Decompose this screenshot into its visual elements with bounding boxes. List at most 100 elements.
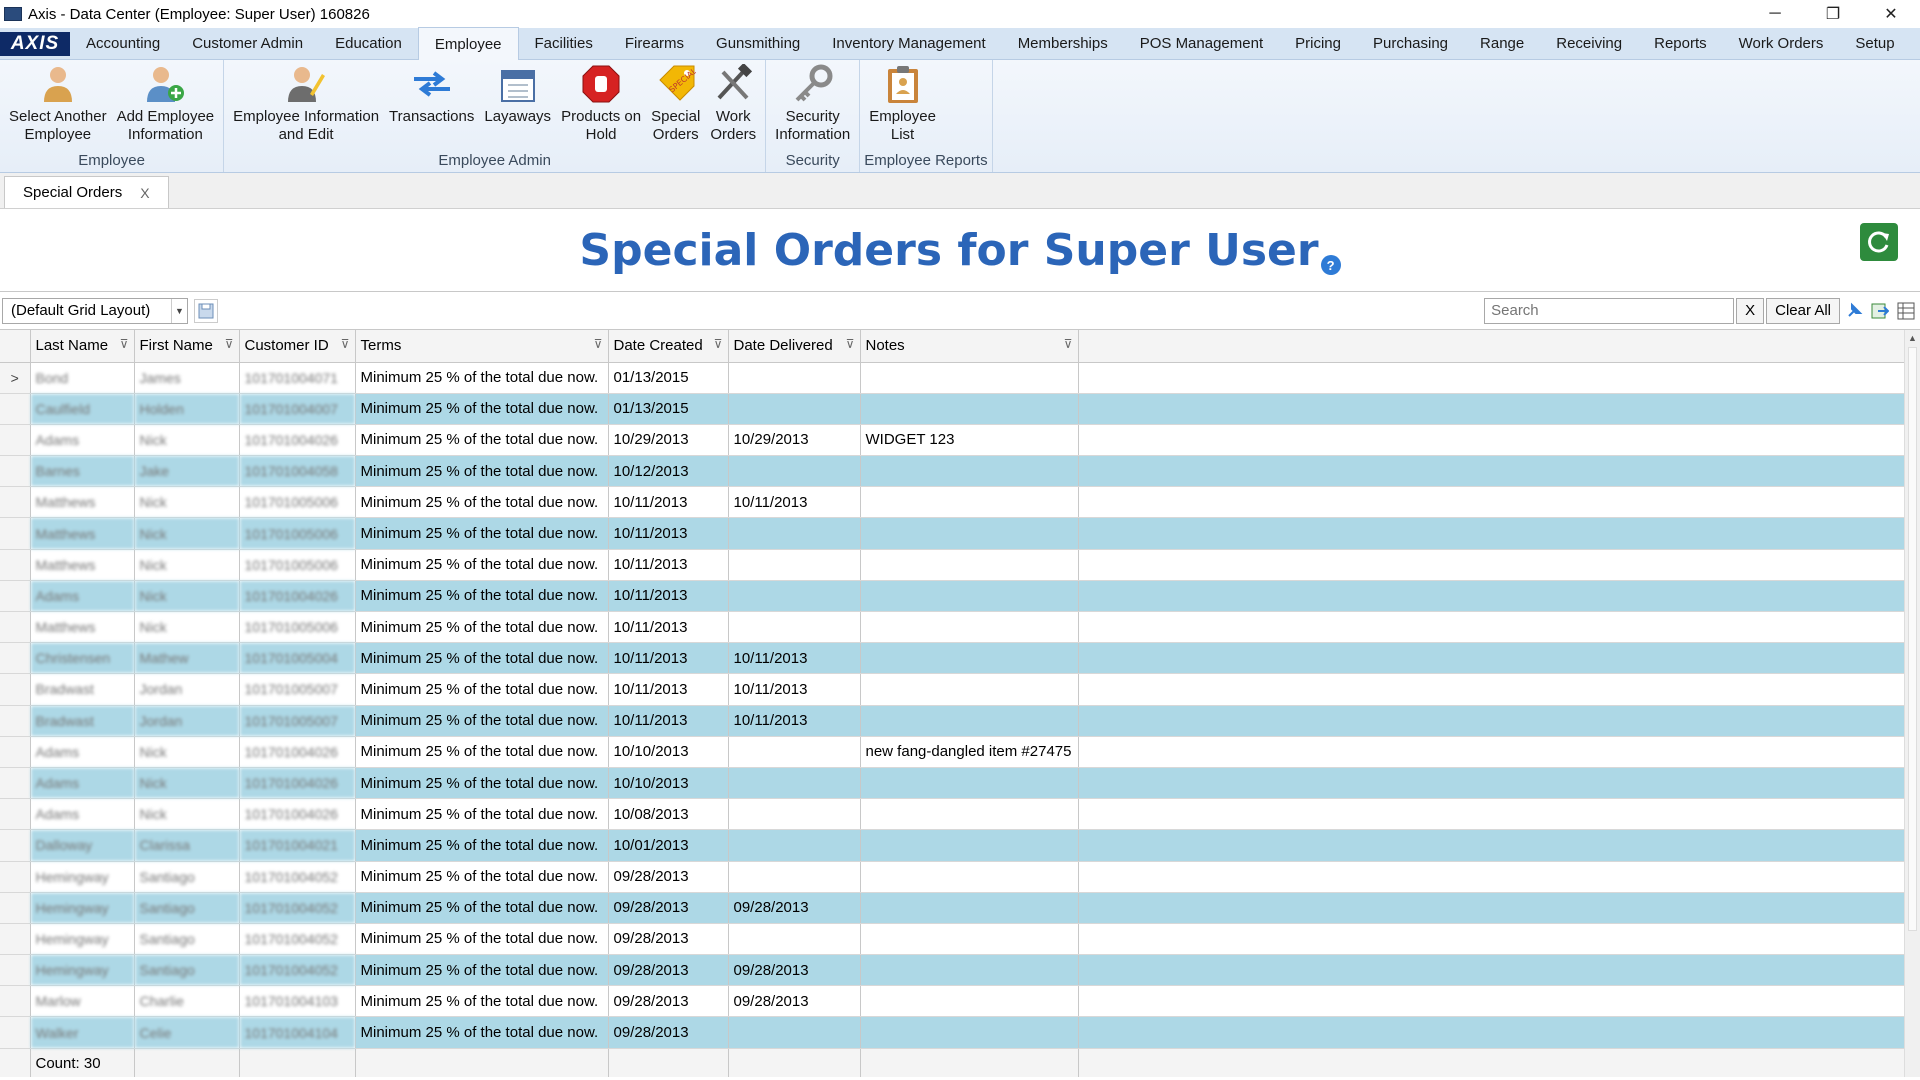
row-indicator[interactable] — [0, 985, 31, 1018]
employee-information-and-edit-button[interactable]: Employee Information and Edit — [228, 60, 384, 152]
table-row[interactable]: Marlow Charlie 101701004103 Minimum 25 % of… — [0, 985, 1905, 1018]
scroll-thumb[interactable] — [1908, 347, 1917, 931]
table-row[interactable]: Hemingway Santiago 101701004052 Minimum 25 … — [0, 892, 1905, 924]
table-row[interactable]: Bradwast Jordan 101701005007 Minimum 25 % o… — [0, 705, 1905, 737]
filter-icon[interactable]: ⊽ — [846, 337, 855, 351]
menu-item-firearms[interactable]: Firearms — [609, 27, 700, 59]
select-another-employee-button[interactable]: Select Another Employee — [4, 60, 112, 152]
row-indicator[interactable]: > — [0, 362, 31, 394]
menu-item-work-orders[interactable]: Work Orders — [1723, 27, 1840, 59]
column-header-date-created[interactable]: Date Created ⊽ — [608, 330, 729, 363]
filter-icon[interactable]: ⊽ — [714, 337, 723, 351]
clear-search-button[interactable]: X — [1736, 297, 1765, 324]
row-indicator[interactable] — [0, 861, 31, 893]
column-header-date-delivered[interactable]: Date Delivered ⊽ — [728, 330, 861, 363]
menu-item-pos-management[interactable]: POS Management — [1124, 27, 1279, 59]
table-row[interactable]: Walker Celie 101701004104 Minimum 25 % of t… — [0, 1016, 1905, 1049]
table-row[interactable]: Hemingway Santiago 101701004052 Minimum 25 … — [0, 923, 1905, 956]
table-row[interactable]: Hemingway Santiago 101701004052 Minimum 25 … — [0, 861, 1905, 893]
row-indicator[interactable] — [0, 829, 31, 862]
employee-list-button[interactable]: Employee List — [864, 60, 941, 152]
menu-item-setup[interactable]: Setup — [1839, 27, 1910, 59]
filter-icon[interactable]: ⊽ — [594, 337, 603, 351]
special-orders-button[interactable]: SPECIAL Special Orders — [646, 60, 705, 152]
table-row[interactable]: Adams Nick 101701004026 Minimum 25 % of the… — [0, 424, 1905, 457]
row-indicator[interactable] — [0, 549, 31, 581]
table-row[interactable]: Matthews Nick 101701005006 Minimum 25 % of … — [0, 611, 1905, 644]
help-icon[interactable]: ? — [1320, 255, 1341, 275]
menu-item-memberships[interactable]: Memberships — [1002, 27, 1124, 59]
layaways-button[interactable]: Layaways — [479, 60, 556, 152]
save-layout-button[interactable] — [194, 298, 218, 323]
scroll-up-icon[interactable]: ▲ — [1905, 330, 1920, 346]
filter-icon[interactable]: ⊽ — [341, 337, 350, 351]
column-header-first-name[interactable]: First Name ⊽ — [134, 330, 240, 363]
row-indicator[interactable] — [0, 393, 31, 425]
search-input[interactable] — [1484, 297, 1735, 324]
table-row[interactable]: Matthews Nick 101701005006 Minimum 25 % of … — [0, 517, 1905, 550]
column-header-customer-id[interactable]: Customer ID ⊽ — [239, 330, 356, 363]
row-indicator[interactable] — [0, 1016, 31, 1049]
menu-item-gunsmithing[interactable]: Gunsmithing — [700, 27, 816, 59]
table-row[interactable]: Adams Nick 101701004026 Minimum 25 % of the… — [0, 798, 1905, 831]
row-indicator[interactable] — [0, 923, 31, 956]
table-row[interactable]: Matthews Nick 101701005006 Minimum 25 % of … — [0, 486, 1905, 519]
row-indicator[interactable] — [0, 611, 31, 644]
menu-item-reports[interactable]: Reports — [1638, 27, 1723, 59]
row-indicator[interactable] — [0, 424, 31, 457]
table-row[interactable]: Bradwast Jordan 101701005007 Minimum 25 % o… — [0, 673, 1905, 706]
pin-icon[interactable] — [1842, 298, 1866, 324]
row-indicator[interactable] — [0, 673, 31, 706]
table-row[interactable]: Adams Nick 101701004026 Minimum 25 % of the… — [0, 767, 1905, 800]
filter-icon[interactable]: ⊽ — [225, 337, 234, 351]
table-row[interactable]: Matthews Nick 101701005006 Minimum 25 % of … — [0, 549, 1905, 581]
menu-item-range[interactable]: Range — [1464, 27, 1540, 59]
row-indicator[interactable] — [0, 455, 31, 488]
table-row[interactable]: Adams Nick 101701004026 Minimum 25 % of the… — [0, 580, 1905, 613]
row-indicator[interactable] — [0, 517, 31, 550]
column-chooser-icon[interactable] — [1894, 298, 1918, 324]
row-indicator[interactable] — [0, 954, 31, 987]
products-on-hold-button[interactable]: Products on Hold — [556, 60, 646, 152]
tab-special-orders[interactable]: Special Orders X — [4, 176, 169, 208]
close-button[interactable]: ✕ — [1862, 0, 1920, 28]
menu-item-customer-admin[interactable]: Customer Admin — [176, 27, 319, 59]
menu-item-purchasing[interactable]: Purchasing — [1357, 27, 1464, 59]
transactions-button[interactable]: Transactions — [384, 60, 479, 152]
vertical-scrollbar[interactable]: ▲ — [1904, 330, 1920, 1077]
column-header-terms[interactable]: Terms ⊽ — [355, 330, 609, 363]
minimize-button[interactable]: ─ — [1746, 0, 1804, 28]
table-row[interactable]: Barnes Jake 101701004058 Minimum 25 % of th… — [0, 455, 1905, 488]
work-orders-button[interactable]: Work Orders — [705, 60, 761, 152]
row-indicator[interactable] — [0, 705, 31, 737]
menu-item-inventory-management[interactable]: Inventory Management — [816, 27, 1001, 59]
security-information-button[interactable]: Security Information — [770, 60, 855, 152]
row-indicator[interactable] — [0, 736, 31, 768]
menu-item-accounting[interactable]: Accounting — [70, 27, 176, 59]
chevron-down-icon[interactable]: ▼ — [171, 298, 187, 323]
restore-button[interactable]: ❐ — [1804, 0, 1862, 28]
table-row[interactable]: Dalloway Clarissa 101701004021 Minimum 25 %… — [0, 829, 1905, 862]
menu-item-education[interactable]: Education — [319, 27, 418, 59]
menu-item-facilities[interactable]: Facilities — [519, 27, 609, 59]
column-header-last-name[interactable]: Last Name ⊽ — [30, 330, 135, 363]
filter-icon[interactable]: ⊽ — [120, 337, 129, 351]
column-header-notes[interactable]: Notes ⊽ — [860, 330, 1079, 363]
row-indicator[interactable] — [0, 486, 31, 519]
table-row[interactable]: Caulfield Holden 101701004007 Minimum 25 % … — [0, 393, 1905, 425]
menu-item-receiving[interactable]: Receiving — [1540, 27, 1638, 59]
row-indicator[interactable] — [0, 642, 31, 675]
menu-item-pricing[interactable]: Pricing — [1279, 27, 1357, 59]
export-icon[interactable] — [1868, 298, 1892, 324]
clear-all-button[interactable]: Clear All — [1766, 297, 1840, 324]
filter-icon[interactable]: ⊽ — [1064, 337, 1073, 351]
tab-close-icon[interactable]: X — [140, 185, 149, 201]
grid-layout-select[interactable]: (Default Grid Layout) ▼ — [2, 297, 188, 324]
table-row[interactable]: Hemingway Santiago 101701004052 Minimum 25 … — [0, 954, 1905, 987]
table-row[interactable]: > Bond James 101701004071 Minimum 25 % of th… — [0, 362, 1905, 394]
menu-item-employee[interactable]: Employee — [417, 27, 519, 60]
row-indicator[interactable] — [0, 798, 31, 831]
refresh-button[interactable] — [1860, 223, 1898, 261]
table-row[interactable]: Adams Nick 101701004026 Minimum 25 % of the… — [0, 736, 1905, 768]
table-row[interactable]: Christensen Mathew 101701005004 Minimum 25 … — [0, 642, 1905, 675]
